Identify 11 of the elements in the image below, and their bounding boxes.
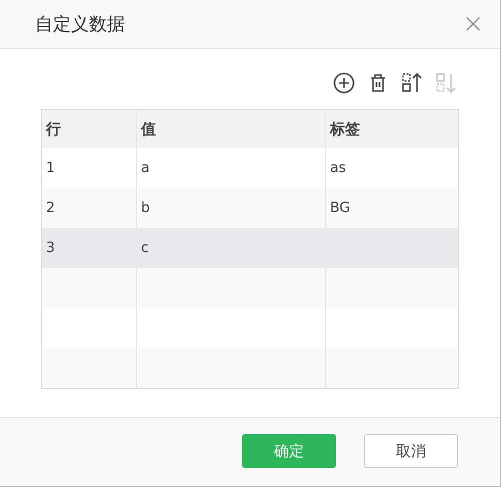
table-cell-text: BG — [329, 198, 352, 218]
add-button[interactable] — [332, 71, 356, 95]
close-button[interactable]: × — [462, 11, 484, 37]
column-header: 行 — [42, 110, 137, 148]
dialog-title: 自定义数据 — [35, 12, 125, 36]
table-cell-text: as — [329, 158, 347, 178]
column-header: 标签 — [328, 118, 361, 140]
confirm-button[interactable]: 确定 — [242, 434, 336, 468]
cancel-button[interactable]: 取消 — [364, 434, 458, 468]
column-header: 值 — [137, 110, 326, 148]
move-up-button[interactable] — [400, 71, 424, 95]
